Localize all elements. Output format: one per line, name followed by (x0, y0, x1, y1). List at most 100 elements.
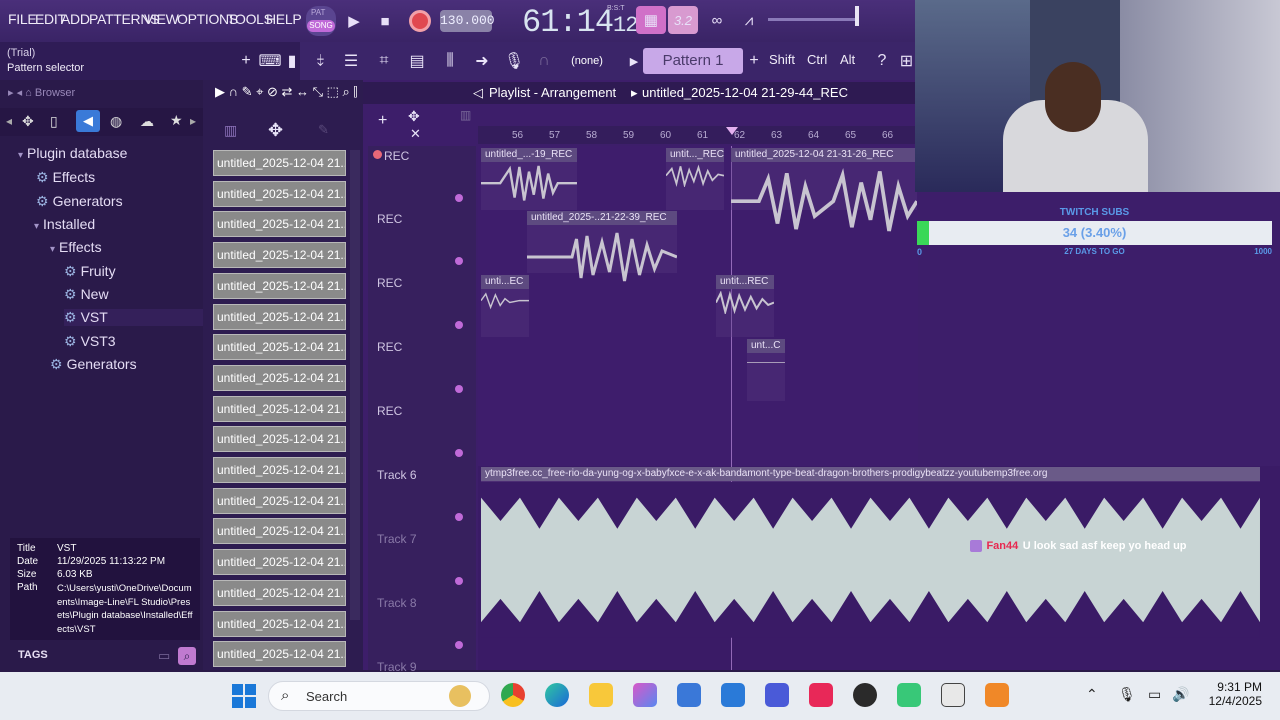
outlook-icon[interactable] (721, 683, 745, 707)
picker-icon[interactable]: ▥ (224, 122, 237, 139)
tempo-display[interactable]: 130.000 (440, 10, 495, 32)
track-mute-dot[interactable] (455, 641, 463, 649)
grid-icon[interactable]: ▥ (460, 108, 471, 122)
fl-studio-icon[interactable] (985, 683, 1009, 707)
tree-fruity[interactable]: ⚙ Fruity (64, 263, 116, 280)
magnet-icon[interactable]: ✥ (408, 108, 420, 125)
cloud-icon[interactable]: ☁ (140, 113, 154, 130)
track-label[interactable]: REC (377, 212, 402, 226)
audio-clip[interactable]: unt...C (747, 339, 785, 401)
pencil-icon[interactable]: ✎ (318, 122, 329, 138)
shift-modifier-button[interactable]: Shift (769, 52, 795, 67)
volume-icon[interactable]: 🔊 (1172, 686, 1189, 703)
close-icon[interactable]: ✕ (410, 126, 421, 142)
all-icon[interactable]: ✥ (22, 113, 34, 130)
obs-icon[interactable] (853, 683, 877, 707)
copilot-icon[interactable] (633, 683, 657, 707)
microphone-icon[interactable]: 🎙 (500, 48, 528, 74)
alt-modifier-button[interactable]: Alt (840, 52, 855, 67)
pattern-item[interactable]: untitled_2025-12-04 21... (213, 518, 346, 545)
audio-clip[interactable]: untitled_2025-..21-22-39_REC (527, 211, 677, 282)
audio-clip[interactable]: untit..._REC (666, 148, 724, 210)
pattern-item[interactable]: untitled_2025-12-04 21... (213, 272, 346, 299)
track-label[interactable]: Track 6 (377, 468, 417, 482)
pattern-item[interactable]: untitled_2025-12-04 21... (213, 211, 346, 238)
clock[interactable]: 9:31 PM 12/4/2025 (1202, 680, 1262, 708)
tree-vst[interactable]: ⚙ VST (64, 309, 203, 326)
menu-file[interactable]: FILE (8, 11, 37, 27)
network-icon[interactable]: ▭ (1148, 686, 1161, 703)
tree-installed-effects[interactable]: ▾ Effects (50, 239, 102, 255)
tree-vst3[interactable]: ⚙ VST3 (64, 333, 116, 350)
pattern-item[interactable]: untitled_2025-12-04 21... (213, 579, 346, 606)
metronome-button[interactable]: ▦ (636, 6, 666, 34)
play-button[interactable]: ▶ (340, 7, 368, 35)
tray-chevron-icon[interactable]: ⌃ (1086, 686, 1098, 703)
audio-clip[interactable]: untit...REC (716, 275, 774, 337)
master-volume-handle[interactable] (855, 6, 859, 26)
start-icon[interactable] (232, 684, 256, 708)
store-icon[interactable] (677, 683, 701, 707)
tree-effects[interactable]: ⚙ Effects (36, 169, 95, 186)
pattern-item[interactable]: untitled_2025-12-04 21... (213, 242, 346, 269)
pattern-item[interactable]: untitled_2025-12-04 21... (213, 303, 346, 330)
playlist-menu-icon[interactable]: ◁ (473, 85, 483, 101)
channel-mixer-icon[interactable]: ⫼ (436, 48, 464, 74)
app-icon[interactable] (765, 683, 789, 707)
channel-rack-icon[interactable]: ☰ (337, 48, 365, 74)
star-icon[interactable]: ★ (170, 112, 183, 129)
track-mute-dot[interactable] (455, 194, 463, 202)
move-icon[interactable]: ✥ (268, 120, 283, 141)
arrow-right-icon[interactable]: ➜ (468, 48, 496, 74)
tree-installed[interactable]: ▾ Installed (34, 216, 95, 232)
microphone-tray-icon[interactable]: 🎙 (1118, 686, 1136, 703)
pattern-item[interactable]: untitled_2025-12-04 21... (213, 457, 346, 483)
master-volume-slider[interactable] (768, 18, 858, 21)
playhead-marker[interactable] (726, 127, 738, 135)
audio-clip[interactable]: untitled_2025-12-04 21-31-26_REC (731, 148, 917, 232)
pattern-item[interactable]: untitled_2025-12-04 21... (213, 180, 346, 207)
menu-view[interactable]: VIEW (144, 11, 179, 27)
help-icon[interactable]: ? (868, 48, 896, 74)
track-label[interactable]: Track 7 (377, 532, 417, 546)
edge-icon[interactable] (545, 683, 569, 707)
tiktok-icon[interactable] (809, 683, 833, 707)
pattern-item[interactable]: untitled_2025-12-04 21... (213, 395, 346, 422)
record-button[interactable] (406, 7, 434, 35)
search-icon[interactable]: ⌕ (178, 647, 196, 665)
menu-help[interactable]: HELP (266, 11, 302, 27)
playlist-window-icon[interactable]: ⤈ (306, 48, 334, 74)
track-label[interactable]: REC (377, 340, 402, 354)
plugin-tab-icon[interactable]: ◀ (76, 110, 100, 132)
globe-icon[interactable]: ◍ (110, 113, 122, 130)
add-pattern-icon[interactable]: + (740, 48, 768, 74)
piano-roll-icon[interactable]: ⌗ (370, 48, 398, 74)
pattern-item[interactable]: untitled_2025-12-04 21... (213, 549, 346, 576)
lock-icon[interactable]: ▮ (278, 48, 306, 74)
pattern-item[interactable]: untitled_2025-12-04 21... (213, 364, 346, 391)
app2-icon[interactable] (941, 683, 965, 707)
forward-icon[interactable]: ▸ (190, 114, 196, 128)
track-mute-dot[interactable] (455, 321, 463, 329)
track-mute-dot[interactable] (455, 513, 463, 521)
pattern-item[interactable]: untitled_2025-12-04 21... (213, 150, 346, 176)
file-icon[interactable]: ▯ (50, 113, 58, 130)
track-label[interactable]: Track 8 (377, 596, 417, 610)
pattern-selector[interactable]: Pattern 1 (643, 48, 743, 74)
track-label[interactable]: REC (377, 404, 402, 418)
track-label[interactable]: REC (384, 149, 409, 163)
file-explorer-icon[interactable] (589, 683, 613, 707)
waveform-icon[interactable]: ⩘ (735, 6, 763, 34)
add-track-icon[interactable]: + (378, 112, 387, 130)
none-selector[interactable]: (none) (553, 51, 621, 71)
beat-value[interactable]: 3.2 (668, 6, 698, 34)
mixer-icon[interactable]: ▤ (403, 48, 431, 74)
taskbar-search[interactable]: ⌕ Search (268, 681, 490, 711)
pattern-item[interactable]: untitled_2025-12-04 21... (213, 426, 346, 453)
menu-add[interactable]: ADD (61, 11, 90, 27)
cart-icon[interactable]: ⊞ (898, 48, 915, 74)
chrome-icon[interactable] (501, 683, 525, 707)
pattern-item[interactable]: untitled_2025-12-04 21... (213, 641, 346, 668)
ctrl-modifier-button[interactable]: Ctrl (807, 52, 827, 67)
loop-record-icon[interactable]: ∞ (703, 6, 731, 34)
